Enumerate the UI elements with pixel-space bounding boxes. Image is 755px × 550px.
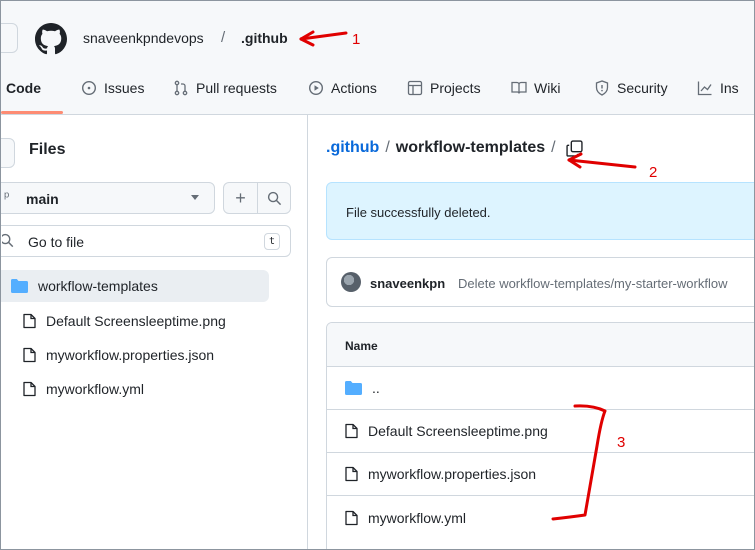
tree-item-label: myworkflow.yml — [46, 381, 145, 397]
flash-message: File successfully deleted. — [346, 205, 491, 220]
tab-projects[interactable]: Projects — [407, 80, 481, 96]
tab-insights[interactable]: Ins — [697, 80, 739, 96]
breadcrumb-separator: / — [221, 29, 226, 46]
avatar[interactable] — [341, 272, 361, 292]
annotation-label-2: 2 — [649, 164, 658, 181]
annotation-label-3: 3 — [617, 434, 626, 451]
table-row-myworkflow-yml[interactable]: myworkflow.yml — [327, 496, 754, 539]
collapse-sidebar-button[interactable] — [1, 138, 15, 168]
breadcrumb-separator: / — [551, 139, 556, 156]
row-label: myworkflow.yml — [368, 509, 467, 526]
tab-wiki[interactable]: Wiki — [511, 80, 560, 96]
tab-projects-label: Projects — [430, 80, 481, 96]
pull-request-icon — [174, 80, 188, 96]
book-icon — [511, 81, 527, 94]
tab-code[interactable]: Code — [1, 80, 41, 96]
tree-item-workflow-templates[interactable]: workflow-templates — [1, 270, 269, 302]
tab-actions[interactable]: Actions — [308, 80, 377, 96]
breadcrumb-separator: / — [385, 139, 390, 156]
path-breadcrumb: .github / workflow-templates / — [326, 139, 583, 157]
file-icon — [23, 313, 36, 329]
copy-path-icon[interactable] — [565, 139, 583, 157]
annotation-label-1: 1 — [352, 31, 361, 48]
search-icon — [2, 233, 14, 248]
play-icon — [308, 80, 324, 96]
file-icon — [345, 510, 358, 525]
breadcrumb-current-dir: workflow-templates — [395, 139, 546, 156]
branch-icon: ᵖ — [4, 188, 10, 204]
tab-security[interactable]: Security — [594, 80, 668, 96]
tree-item-label: Default Screensleeptime.png — [46, 313, 226, 329]
tree-item-label: workflow-templates — [38, 278, 158, 294]
keyboard-shortcut-hint: t — [264, 233, 280, 250]
hamburger-menu-button[interactable] — [1, 23, 18, 53]
table-row-parent-dir[interactable]: .. — [327, 367, 754, 410]
file-tree-sidebar: Files ᵖ main + Go to file t workflow-tem… — [1, 115, 308, 549]
search-icon — [267, 191, 282, 205]
row-label: Default Screensleeptime.png — [368, 423, 548, 439]
github-logo-icon[interactable] — [35, 23, 67, 55]
table-header: Name — [327, 323, 754, 367]
repo-header: snaveenkpndevops / .github — [1, 1, 754, 63]
row-label: .. — [372, 380, 380, 396]
graph-icon — [697, 81, 712, 96]
tab-issues-label: Issues — [104, 80, 145, 96]
flash-notice: File successfully deleted. — [326, 182, 754, 240]
file-icon — [345, 423, 358, 439]
tree-item-default-screensleeptime[interactable]: Default Screensleeptime.png — [23, 305, 226, 337]
tree-item-label: myworkflow.properties.json — [46, 347, 215, 363]
search-button[interactable] — [258, 183, 291, 213]
latest-commit-bar: snaveenkpn Delete workflow-templates/my-… — [326, 257, 754, 307]
tab-security-label: Security — [617, 80, 668, 96]
sidebar-actions: + — [223, 182, 291, 214]
owner-link[interactable]: snaveenkpndevops — [83, 30, 204, 46]
file-icon — [23, 381, 36, 397]
branch-name: main — [26, 191, 59, 207]
row-label: myworkflow.properties.json — [368, 466, 537, 482]
issue-icon — [81, 80, 97, 96]
folder-icon — [11, 279, 28, 293]
column-header-name: Name — [345, 339, 378, 353]
tree-item-myworkflow-yml[interactable]: myworkflow.yml — [23, 373, 144, 405]
tab-issues[interactable]: Issues — [81, 80, 144, 96]
table-icon — [407, 80, 423, 96]
breadcrumb-root-link[interactable]: .github — [326, 139, 379, 157]
tab-code-label: Code — [6, 80, 41, 96]
tab-pull-requests[interactable]: Pull requests — [173, 80, 277, 96]
add-file-button[interactable]: + — [224, 183, 258, 213]
commit-message-link[interactable]: Delete workflow-templates/my-starter-wor… — [458, 276, 727, 291]
tab-pull-requests-label: Pull requests — [196, 80, 277, 96]
branch-selector[interactable]: ᵖ main — [1, 182, 215, 214]
repo-link[interactable]: .github — [241, 30, 288, 46]
go-to-file-input[interactable]: Go to file t — [1, 225, 291, 257]
tree-item-myworkflow-properties[interactable]: myworkflow.properties.json — [23, 339, 214, 371]
file-icon — [345, 466, 358, 482]
repo-nav: Code Issues Pull requests Actions Projec… — [1, 63, 754, 115]
file-icon — [23, 347, 36, 363]
commit-author-link[interactable]: snaveenkpn — [370, 276, 445, 291]
table-row-default-screensleeptime[interactable]: Default Screensleeptime.png — [327, 410, 754, 453]
table-row-myworkflow-properties[interactable]: myworkflow.properties.json — [327, 453, 754, 496]
chevron-down-icon — [191, 195, 199, 200]
go-to-file-placeholder: Go to file — [28, 234, 85, 250]
folder-icon — [345, 381, 362, 395]
tab-wiki-label: Wiki — [534, 80, 561, 96]
active-tab-indicator — [1, 111, 63, 114]
shield-icon — [595, 80, 609, 96]
tab-insights-label: Ins — [720, 80, 739, 96]
tab-actions-label: Actions — [331, 80, 377, 96]
files-heading: Files — [29, 141, 66, 158]
browser-frame: snaveenkpndevops / .github Code Issues P… — [0, 0, 755, 550]
file-table: Name .. Default Screensleeptime.png mywo… — [326, 322, 754, 549]
